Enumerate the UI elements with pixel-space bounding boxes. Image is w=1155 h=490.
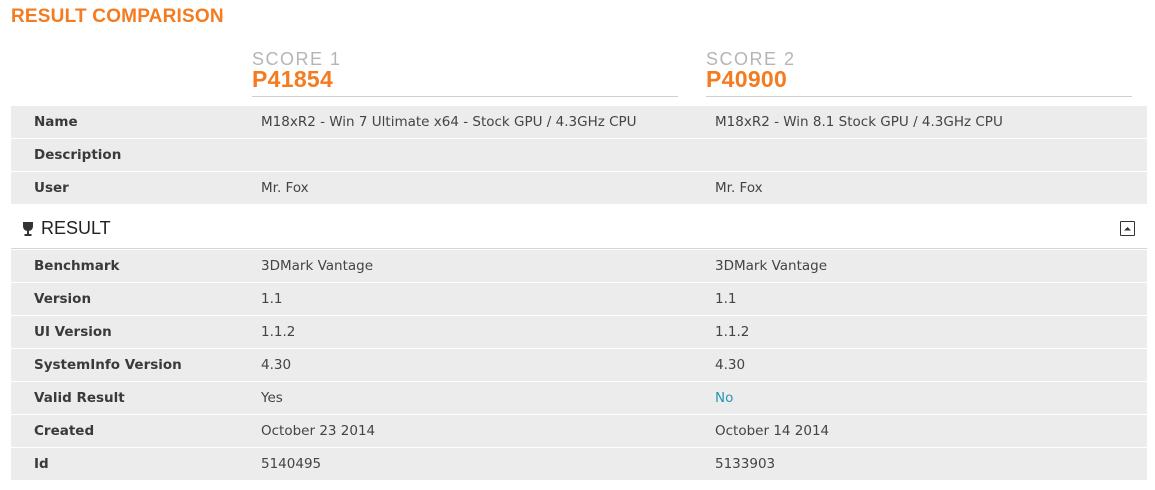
row-value-1: October 23 2014	[261, 423, 376, 439]
row-label: Benchmark	[34, 258, 120, 274]
row-value-1: 1.1.2	[261, 324, 296, 340]
section-title: RESULT	[41, 218, 111, 238]
invalid-result-link[interactable]: No	[715, 382, 733, 414]
details-table: Name M18xR2 - Win 7 Ultimate x64 - Stock…	[11, 106, 1147, 205]
row-value-2: 3DMark Vantage	[715, 258, 828, 274]
result-table: Benchmark 3DMark Vantage 3DMark Vantage …	[11, 250, 1147, 481]
row-label: Created	[34, 423, 95, 439]
table-row: Id 5140495 5133903	[11, 448, 1147, 481]
row-value-2: 5133903	[715, 456, 776, 472]
page-title: RESULT COMPARISON	[11, 6, 224, 27]
row-value-1: 3DMark Vantage	[261, 258, 374, 274]
table-row: SystemInfo Version 4.30 4.30	[11, 349, 1147, 382]
row-value-1: 5140495	[261, 456, 322, 472]
row-value-2: 4.30	[715, 357, 746, 373]
row-label: Valid Result	[34, 390, 125, 406]
row-value-1: Yes	[261, 390, 283, 406]
table-row: Created October 23 2014 October 14 2014	[11, 415, 1147, 448]
row-label: Id	[34, 456, 49, 472]
score-2-value[interactable]: P40900	[706, 67, 1132, 91]
trophy-icon	[21, 221, 35, 237]
result-section-header: RESULT	[11, 209, 1147, 249]
table-row: Name M18xR2 - Win 7 Ultimate x64 - Stock…	[11, 106, 1147, 139]
row-label: UI Version	[34, 324, 112, 340]
row-value-2: 1.1.2	[715, 324, 750, 340]
row-value-2: M18xR2 - Win 8.1 Stock GPU / 4.3GHz CPU	[715, 114, 1003, 130]
collapse-icon	[1124, 227, 1131, 231]
table-row: Valid Result Yes No	[11, 382, 1147, 415]
table-row: Version 1.1 1.1	[11, 283, 1147, 316]
score-1-value[interactable]: P41854	[252, 67, 678, 91]
row-label: Version	[34, 291, 92, 307]
table-row: UI Version 1.1.2 1.1.2	[11, 316, 1147, 349]
row-value-2: 1.1	[715, 291, 737, 307]
row-label: User	[34, 180, 69, 196]
row-value-2: October 14 2014	[715, 423, 830, 439]
score-2-block: SCORE 2 P40900	[706, 50, 1132, 97]
row-value-1: M18xR2 - Win 7 Ultimate x64 - Stock GPU …	[261, 114, 637, 130]
collapse-button[interactable]	[1120, 221, 1135, 236]
table-row: Description	[11, 139, 1147, 172]
row-label: Description	[34, 147, 122, 163]
row-label: Name	[34, 114, 78, 130]
table-row: User Mr. Fox Mr. Fox	[11, 172, 1147, 205]
score-1-block: SCORE 1 P41854	[252, 50, 678, 97]
row-value-1: Mr. Fox	[261, 180, 309, 196]
row-value-1: 4.30	[261, 357, 292, 373]
row-label: SystemInfo Version	[34, 357, 182, 373]
table-row: Benchmark 3DMark Vantage 3DMark Vantage	[11, 250, 1147, 283]
row-value-2: Mr. Fox	[715, 180, 763, 196]
row-value-1: 1.1	[261, 291, 283, 307]
